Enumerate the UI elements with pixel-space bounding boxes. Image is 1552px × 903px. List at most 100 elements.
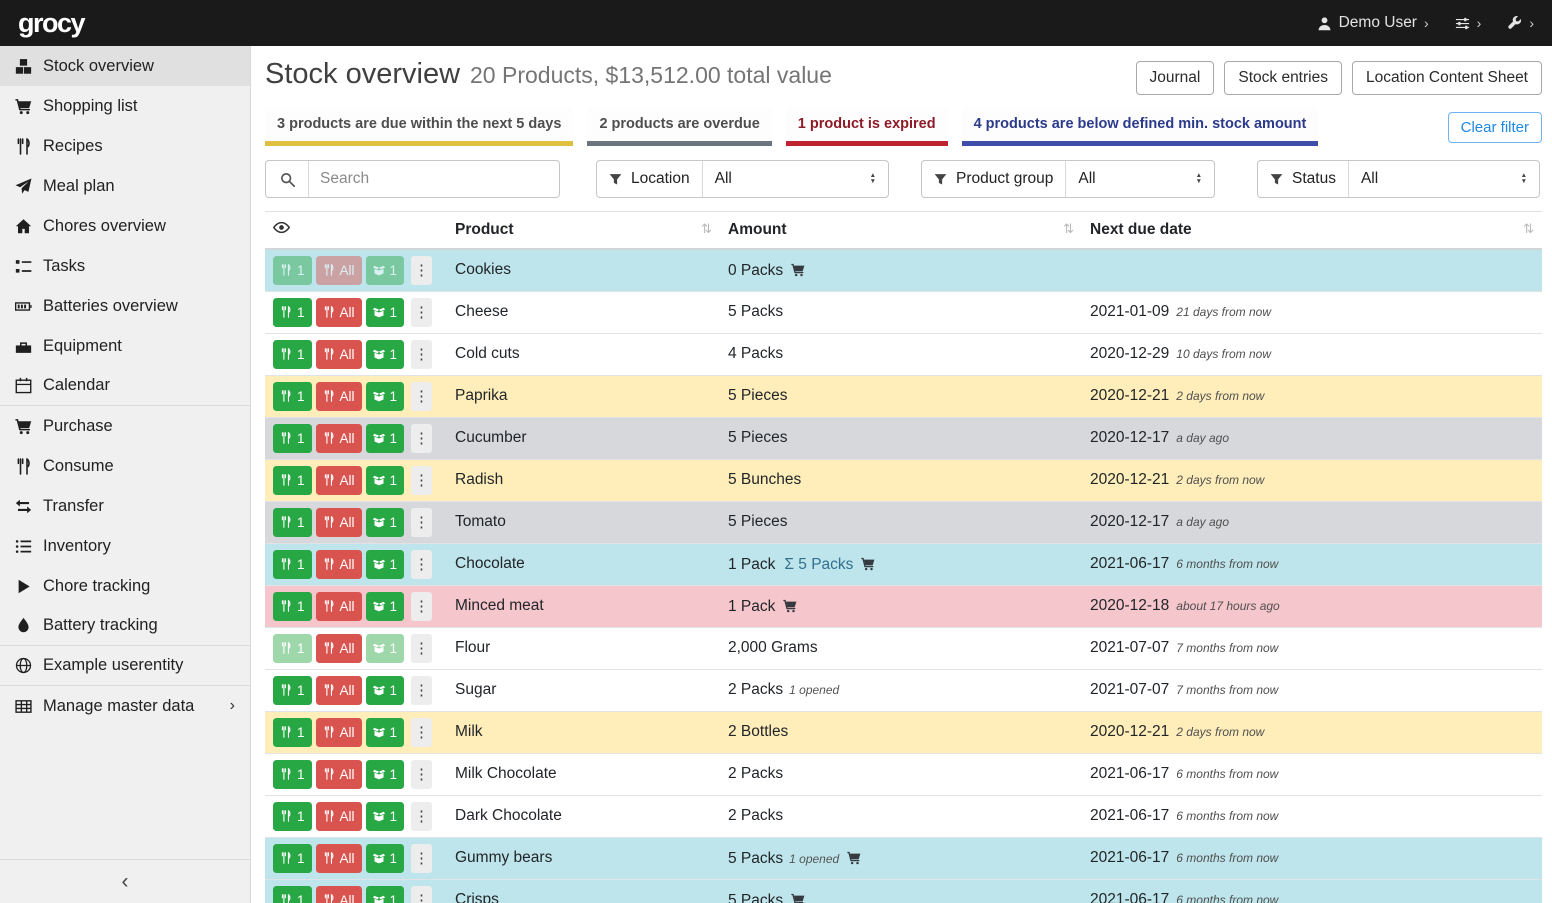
- open-one-button[interactable]: 1: [366, 466, 405, 495]
- open-one-button[interactable]: 1: [366, 676, 405, 705]
- consume-one-button[interactable]: 1: [273, 802, 312, 831]
- row-menu-button[interactable]: [411, 634, 432, 663]
- sidebar-item-meal-plan[interactable]: Meal plan: [0, 166, 250, 206]
- consume-all-button[interactable]: All: [316, 340, 362, 369]
- consume-all-button[interactable]: All: [316, 844, 362, 873]
- consume-all-button[interactable]: All: [316, 802, 362, 831]
- sidebar-item-tasks[interactable]: Tasks: [0, 246, 250, 286]
- row-menu-button[interactable]: [411, 592, 432, 621]
- row-menu-button[interactable]: [411, 298, 432, 327]
- status-banner-overdue[interactable]: 2 products are overdue: [587, 108, 771, 146]
- product-group-select[interactable]: All: [1066, 161, 1214, 197]
- sidebar-item-battery-tracking[interactable]: Battery tracking: [0, 606, 250, 646]
- row-menu-button[interactable]: [411, 802, 432, 831]
- sidebar-item-shopping-list[interactable]: Shopping list: [0, 86, 250, 126]
- row-menu-button[interactable]: [411, 256, 432, 285]
- consume-one-button[interactable]: 1: [273, 340, 312, 369]
- sidebar-item-batteries-overview[interactable]: Batteries overview: [0, 286, 250, 326]
- row-menu-button[interactable]: [411, 466, 432, 495]
- open-one-button[interactable]: 1: [366, 298, 405, 327]
- consume-all-button[interactable]: All: [316, 256, 362, 285]
- location-select[interactable]: All: [703, 161, 888, 197]
- row-menu-button[interactable]: [411, 718, 432, 747]
- sidebar-collapse-button[interactable]: [0, 859, 250, 903]
- row-menu-button[interactable]: [411, 340, 432, 369]
- open-one-button[interactable]: 1: [366, 886, 405, 903]
- consume-all-button[interactable]: All: [316, 424, 362, 453]
- consume-all-button[interactable]: All: [316, 466, 362, 495]
- sidebar-item-transfer[interactable]: Transfer: [0, 486, 250, 526]
- open-one-button[interactable]: 1: [366, 844, 405, 873]
- row-menu-button[interactable]: [411, 760, 432, 789]
- sidebar-item-chore-tracking[interactable]: Chore tracking: [0, 566, 250, 606]
- column-header-next-due-date[interactable]: Next due date: [1090, 221, 1192, 238]
- consume-one-button[interactable]: 1: [273, 298, 312, 327]
- sidebar-item-purchase[interactable]: Purchase: [0, 406, 250, 446]
- open-one-button[interactable]: 1: [366, 634, 405, 663]
- row-menu-button[interactable]: [411, 424, 432, 453]
- consume-all-button[interactable]: All: [316, 298, 362, 327]
- grocy-logo[interactable]: grocy: [18, 8, 84, 39]
- sidebar-item-chores-overview[interactable]: Chores overview: [0, 206, 250, 246]
- clear-filter-button[interactable]: Clear filter: [1448, 112, 1542, 143]
- consume-all-button[interactable]: All: [316, 886, 362, 903]
- consume-one-button[interactable]: 1: [273, 256, 312, 285]
- consume-all-button[interactable]: All: [316, 550, 362, 579]
- sort-icon[interactable]: [701, 221, 712, 237]
- row-menu-button[interactable]: [411, 508, 432, 537]
- consume-all-button[interactable]: All: [316, 760, 362, 789]
- sidebar-item-consume[interactable]: Consume: [0, 446, 250, 486]
- sort-icon[interactable]: [1523, 221, 1534, 237]
- sidebar-item-calendar[interactable]: Calendar: [0, 366, 250, 406]
- open-one-button[interactable]: 1: [366, 256, 405, 285]
- location-content-sheet-button[interactable]: Location Content Sheet: [1352, 61, 1542, 95]
- consume-one-button[interactable]: 1: [273, 382, 312, 411]
- consume-all-button[interactable]: All: [316, 382, 362, 411]
- open-one-button[interactable]: 1: [366, 802, 405, 831]
- search-input[interactable]: [309, 170, 559, 188]
- consume-one-button[interactable]: 1: [273, 508, 312, 537]
- sidebar-item-stock-overview[interactable]: Stock overview: [0, 46, 250, 86]
- consume-one-button[interactable]: 1: [273, 634, 312, 663]
- open-one-button[interactable]: 1: [366, 340, 405, 369]
- open-one-button[interactable]: 1: [366, 718, 405, 747]
- consume-all-button[interactable]: All: [316, 634, 362, 663]
- consume-one-button[interactable]: 1: [273, 844, 312, 873]
- journal-button[interactable]: Journal: [1136, 61, 1215, 95]
- row-menu-button[interactable]: [411, 676, 432, 705]
- sort-icon[interactable]: [1063, 221, 1074, 237]
- sidebar-item-inventory[interactable]: Inventory: [0, 526, 250, 566]
- consume-one-button[interactable]: 1: [273, 424, 312, 453]
- row-menu-button[interactable]: [411, 886, 432, 903]
- sidebar-item-equipment[interactable]: Equipment: [0, 326, 250, 366]
- open-one-button[interactable]: 1: [366, 508, 405, 537]
- row-menu-button[interactable]: [411, 844, 432, 873]
- open-one-button[interactable]: 1: [366, 550, 405, 579]
- open-one-button[interactable]: 1: [366, 382, 405, 411]
- consume-one-button[interactable]: 1: [273, 466, 312, 495]
- stock-entries-button[interactable]: Stock entries: [1224, 61, 1342, 95]
- consume-one-button[interactable]: 1: [273, 676, 312, 705]
- settings-menu[interactable]: [1455, 15, 1482, 31]
- status-banner-below-min-stock[interactable]: 4 products are below defined min. stock …: [962, 108, 1319, 146]
- consume-one-button[interactable]: 1: [273, 886, 312, 903]
- status-banner-due-soon[interactable]: 3 products are due within the next 5 day…: [265, 108, 573, 146]
- open-one-button[interactable]: 1: [366, 592, 405, 621]
- consume-all-button[interactable]: All: [316, 508, 362, 537]
- column-header-amount[interactable]: Amount: [728, 221, 787, 238]
- admin-menu[interactable]: [1507, 15, 1534, 31]
- row-menu-button[interactable]: [411, 550, 432, 579]
- row-menu-button[interactable]: [411, 382, 432, 411]
- status-select[interactable]: All: [1349, 161, 1539, 197]
- sidebar-item-manage-master-data[interactable]: Manage master data: [0, 686, 250, 726]
- sidebar-item-recipes[interactable]: Recipes: [0, 126, 250, 166]
- sidebar-item-example-userentity[interactable]: Example userentity: [0, 646, 250, 686]
- user-menu[interactable]: Demo User: [1317, 14, 1429, 32]
- consume-one-button[interactable]: 1: [273, 760, 312, 789]
- status-banner-expired[interactable]: 1 product is expired: [786, 108, 948, 146]
- consume-all-button[interactable]: All: [316, 676, 362, 705]
- consume-one-button[interactable]: 1: [273, 718, 312, 747]
- open-one-button[interactable]: 1: [366, 424, 405, 453]
- consume-one-button[interactable]: 1: [273, 550, 312, 579]
- open-one-button[interactable]: 1: [366, 760, 405, 789]
